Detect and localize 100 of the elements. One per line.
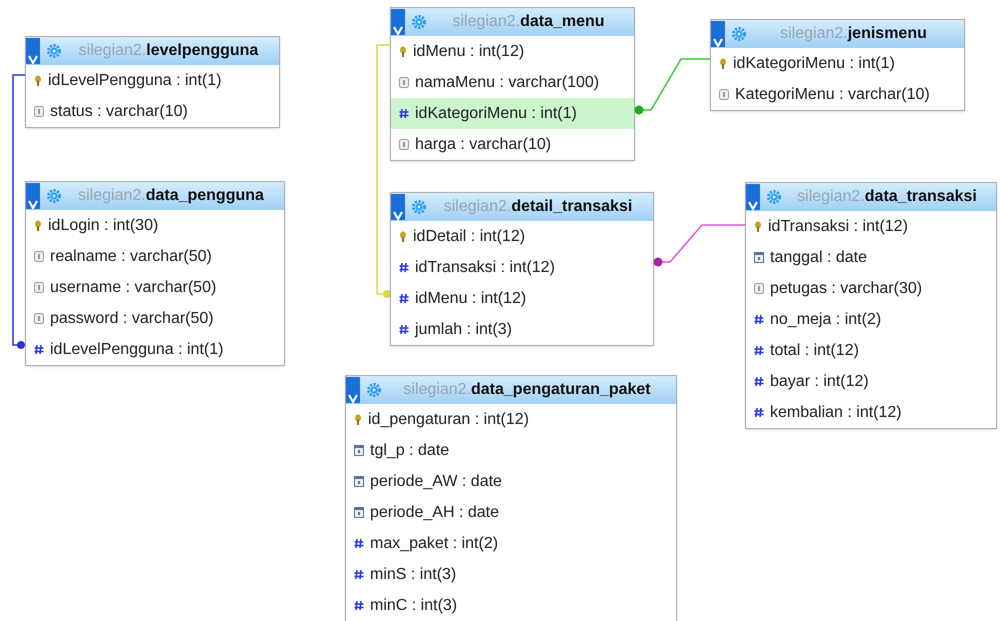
hash-icon: [754, 376, 764, 387]
column-row[interactable]: kembalian : int(12): [746, 397, 996, 428]
column-label: kembalian : int(12): [770, 402, 902, 422]
toggle-icon[interactable]: [26, 38, 40, 64]
text-column-icon: [34, 313, 44, 324]
calendar-icon: [354, 507, 364, 518]
table-card[interactable]: silegian2.jenismenu idKategoriMenu : int(1) KategoriMenu : varchar(10): [710, 19, 965, 111]
toggle-icon[interactable]: [391, 9, 405, 35]
column-label: idKategoriMenu : int(1): [733, 54, 895, 74]
hash-icon: [754, 345, 764, 356]
text-column-icon: [34, 106, 44, 117]
column-row[interactable]: no_meja : int(2): [746, 304, 996, 335]
column-label: max_paket : int(2): [370, 534, 498, 554]
toggle-icon[interactable]: [711, 21, 725, 47]
column-label: bayar : int(12): [770, 372, 869, 392]
key-icon: [34, 220, 42, 231]
column-row[interactable]: idKategoriMenu : int(1): [391, 98, 634, 129]
column-label: no_meja : int(2): [770, 310, 882, 330]
hash-icon: [399, 324, 409, 335]
column-row[interactable]: bayar : int(12): [746, 366, 996, 397]
column-label: idDetail : int(12): [413, 226, 526, 246]
table-card[interactable]: silegian2.data_transaksi idTransaksi : int(12) tanggal : date petugas : varchar(30) no_meja : int(2) total : int(12) bayar : int(12) kembalian : int(12): [745, 182, 997, 429]
column-row[interactable]: namaMenu : varchar(100): [391, 67, 634, 98]
column-row[interactable]: tanggal : date: [746, 242, 996, 273]
column-row[interactable]: minC : int(3): [346, 590, 676, 621]
column-row[interactable]: jumlah : int(3): [391, 314, 653, 345]
table-title: silegian2.data_transaksi: [796, 189, 978, 205]
column-row[interactable]: idTransaksi : int(12): [746, 211, 996, 242]
column-label: minC : int(3): [370, 596, 458, 616]
toggle-icon[interactable]: [346, 377, 360, 403]
table-card[interactable]: silegian2.detail_transaksi idDetail : int(12) idTransaksi : int(12) idMenu : int(12) jumlah : int(3): [390, 192, 654, 346]
table-title: silegian2.data_pengaturan_paket: [402, 382, 652, 398]
hash-icon: [34, 344, 44, 355]
hash-icon: [354, 569, 364, 580]
column-label: idLevelPengguna : int(1): [48, 70, 222, 90]
table-title: silegian2.levelpengguna: [78, 43, 260, 59]
calendar-icon: [354, 445, 364, 456]
column-label: idMenu : int(12): [413, 42, 524, 62]
table-title: silegian2.data_menu: [451, 14, 606, 30]
table-card[interactable]: silegian2.data_pengguna idLogin : int(30) realname : varchar(50) username : varchar(50) password : varchar(50) idLevelPengguna : int(1): [25, 181, 285, 366]
column-row[interactable]: periode_AH : date: [346, 497, 676, 528]
column-label: tgl_p : date: [370, 440, 450, 460]
column-row[interactable]: idLevelPengguna : int(1): [26, 65, 279, 96]
column-label: username : varchar(50): [50, 278, 216, 298]
column-row[interactable]: tgl_p : date: [346, 435, 676, 466]
column-row[interactable]: id_pengaturan : int(12): [346, 404, 676, 435]
key-icon: [399, 46, 407, 57]
toggle-icon[interactable]: [391, 194, 405, 220]
column-row[interactable]: KategoriMenu : varchar(10): [711, 79, 964, 110]
hash-icon: [754, 407, 764, 418]
hash-icon: [399, 262, 409, 273]
key-icon: [719, 58, 727, 69]
column-row[interactable]: realname : varchar(50): [26, 241, 284, 272]
column-row[interactable]: idTransaksi : int(12): [391, 252, 653, 283]
hash-icon: [399, 293, 409, 304]
column-label: status : varchar(10): [50, 102, 188, 122]
column-row[interactable]: idDetail : int(12): [391, 221, 653, 252]
column-label: periode_AH : date: [370, 502, 499, 522]
table-card[interactable]: silegian2.data_pengaturan_paket id_pengaturan : int(12) tgl_p : date periode_AW : date periode_AH : date max_paket : int(2) minS : int(3) minC : int(3): [345, 375, 677, 621]
table-title: silegian2.detail_transaksi: [442, 199, 634, 215]
text-column-icon: [399, 77, 409, 88]
column-row[interactable]: idMenu : int(12): [391, 36, 634, 67]
column-label: idLevelPengguna : int(1): [50, 340, 224, 360]
column-row[interactable]: username : varchar(50): [26, 272, 284, 303]
column-label: idMenu : int(12): [415, 288, 526, 308]
table-card[interactable]: silegian2.levelpengguna idLevelPengguna : int(1) status : varchar(10): [25, 36, 280, 128]
column-row[interactable]: idMenu : int(12): [391, 283, 653, 314]
hash-icon: [354, 538, 364, 549]
toggle-icon[interactable]: [26, 183, 40, 209]
column-row[interactable]: total : int(12): [746, 335, 996, 366]
column-row[interactable]: idLogin : int(30): [26, 210, 284, 241]
toggle-icon[interactable]: [746, 184, 760, 210]
text-column-icon: [34, 251, 44, 262]
column-row[interactable]: password : varchar(50): [26, 303, 284, 334]
column-row[interactable]: idKategoriMenu : int(1): [711, 48, 964, 79]
column-label: namaMenu : varchar(100): [415, 72, 600, 92]
column-row[interactable]: minS : int(3): [346, 559, 676, 590]
column-label: idKategoriMenu : int(1): [415, 104, 577, 124]
column-row[interactable]: periode_AW : date: [346, 466, 676, 497]
column-label: jumlah : int(3): [415, 320, 512, 340]
text-column-icon: [399, 139, 409, 150]
hash-icon: [399, 108, 409, 119]
table-title: silegian2.data_pengguna: [77, 188, 265, 204]
column-row[interactable]: max_paket : int(2): [346, 528, 676, 559]
table-card[interactable]: silegian2.data_menu idMenu : int(12) namaMenu : varchar(100) idKategoriMenu : int(1) harga : varchar(10): [390, 7, 635, 161]
column-label: periode_AW : date: [370, 472, 502, 492]
column-label: total : int(12): [770, 340, 859, 360]
calendar-icon: [754, 252, 764, 263]
column-label: tanggal : date: [770, 248, 867, 268]
column-row[interactable]: petugas : varchar(30): [746, 273, 996, 304]
column-label: realname : varchar(50): [50, 246, 212, 266]
calendar-icon: [354, 476, 364, 487]
column-label: idTransaksi : int(12): [415, 258, 555, 278]
column-row[interactable]: harga : varchar(10): [391, 129, 634, 160]
column-row[interactable]: status : varchar(10): [26, 96, 279, 127]
column-row[interactable]: idLevelPengguna : int(1): [26, 334, 284, 365]
hash-icon: [354, 600, 364, 611]
column-label: petugas : varchar(30): [770, 278, 922, 298]
column-label: KategoriMenu : varchar(10): [735, 84, 930, 104]
key-icon: [399, 231, 407, 242]
